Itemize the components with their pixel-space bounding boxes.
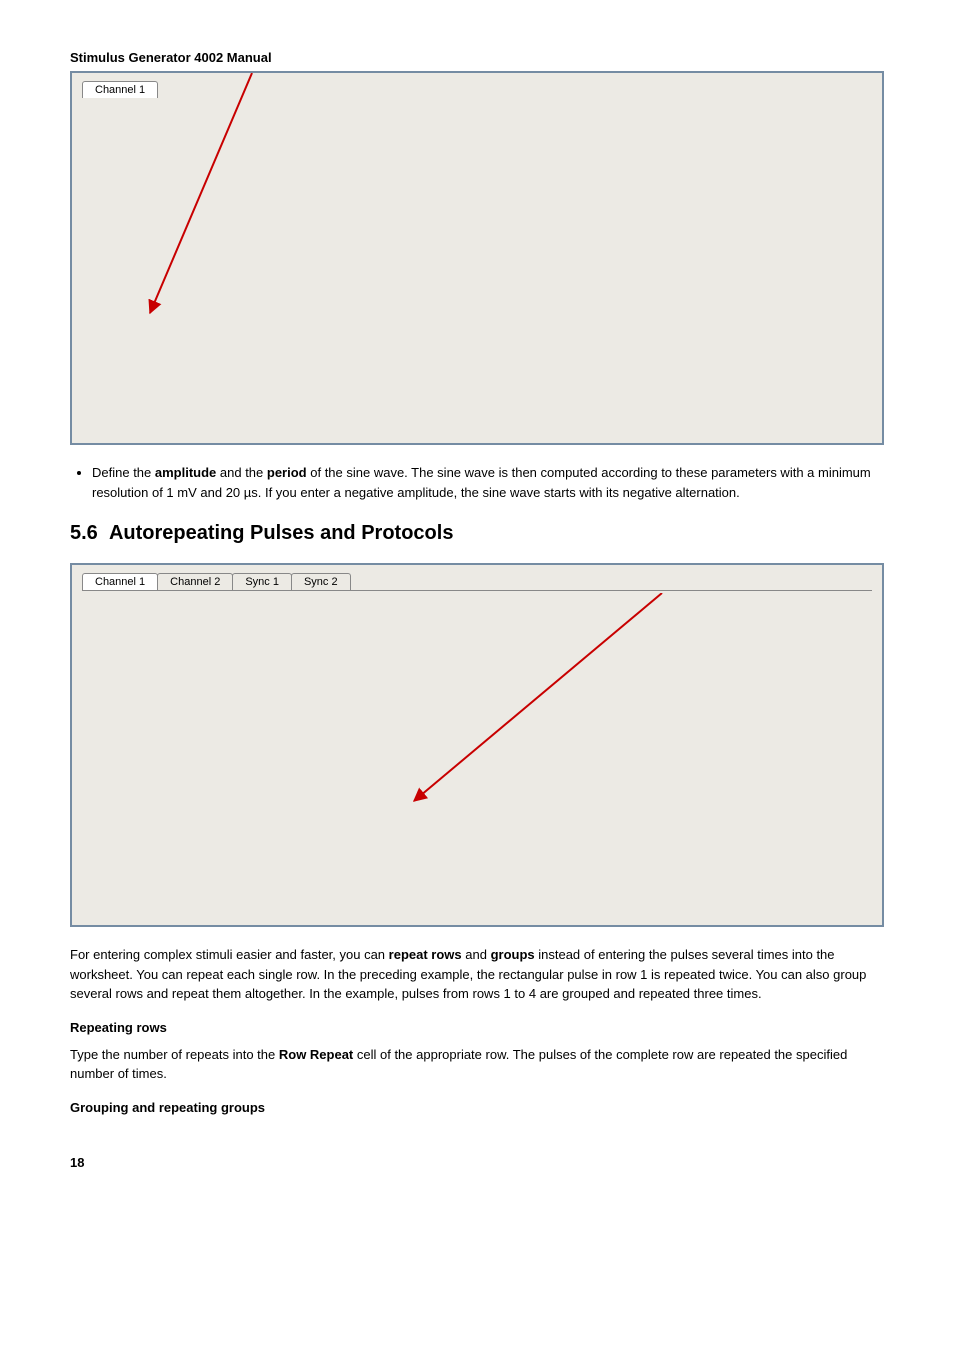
svg-text:t (hh:mm:ss:zzz): t (hh:mm:ss:zzz) [452,417,525,428]
svg-text:00:00:00:000: 00:00:00:000 [112,405,171,416]
table-row[interactable]: 2ramp0µA200µA100ms [83,626,662,641]
tab-sync-1[interactable]: Sync 1 [232,81,292,98]
svg-text:100: 100 [122,757,139,768]
column-header: time [492,596,522,611]
svg-text:200: 200 [122,230,139,241]
page-number: 18 [70,1155,884,1170]
autorepeat-chart: 200 100 0 -100 -200 µA 00:00:00:000 00:0… [82,715,872,915]
tab-bar-2: Channel 1 Channel 2 Sync 1 Sync 2 [82,573,872,590]
group-repeat-circle-icon [788,611,804,625]
column-header: Unit [333,104,357,119]
table-row[interactable]: 3rectangular0µA40msµAµsµAµs [83,641,662,656]
document-title: Stimulus Generator 4002 Manual [70,50,884,65]
repeating-rows-heading: Repeating rows [70,1020,884,1035]
svg-text:00:00:00:000: 00:00:00:000 [112,885,171,896]
column-header: time [223,596,253,611]
svg-text:-100: -100 [120,346,140,357]
column-header: Group r [616,104,662,119]
svg-text:00:00:01:200: 00:00:01:200 [767,885,826,896]
svg-text:0: 0 [130,794,136,805]
column-header: time [492,104,522,119]
svg-text:00:00:00:200: 00:00:00:200 [217,885,276,896]
table-row[interactable]: 5rectangularµAµsµAµsµAµs [83,179,662,194]
tab-sync-1[interactable]: Sync 1 [232,573,292,590]
svg-text:00:00:00:600: 00:00:00:600 [437,885,496,896]
tab-channel-1[interactable]: Channel 1 [82,573,158,590]
svg-text:00:00:00:400: 00:00:00:400 [327,885,386,896]
svg-text:00:00:00:800: 00:00:00:800 [547,885,606,896]
column-header: Unit [333,596,357,611]
tab-sync-2[interactable]: Sync 2 [291,81,351,98]
svg-text:00:00:00:040: 00:00:00:040 [452,405,511,416]
column-header: value [435,596,467,611]
section-5-6-heading: 5.6 Autorepeating Pulses and Protocols [70,522,884,545]
column-header: value [301,596,333,611]
svg-text:00:00:00:020: 00:00:00:020 [282,405,341,416]
table-row[interactable]: 6rectangularµAµsµAµsµAµs [83,686,662,701]
svg-text:-100: -100 [120,829,140,840]
column-header: Unit [253,596,301,611]
column-header: Row rep [570,596,616,611]
tab-bar: Channel 1 Channel 2 Sync 1 Sync 2 [82,81,872,98]
column-header: Unit [387,596,435,611]
svg-text:µA: µA [88,303,99,316]
svg-text:0: 0 [130,308,136,319]
column-header: Row rep [570,104,616,119]
channel-panel-1: Channel 1 Channel 2 Sync 1 Sync 2 Pulsev… [70,71,884,445]
pulse-grid-1[interactable]: PulsevalueUnittimeUnitvalueUnittimeUnitv… [82,103,662,209]
table-row[interactable]: 5rectangularµAµsµAµsµAµs [83,671,662,686]
svg-text:100: 100 [122,268,139,279]
sine-chart: 200 100 0 -100 -200 µA 00:00:00:000 00:0… [82,223,872,433]
column-header: Unit [253,104,301,119]
table-row[interactable]: 4rectangularµAµsµAµsµAµs [83,164,662,179]
svg-text:µA: µA [88,789,99,802]
table-row[interactable]: 3rectangularµAµsµAµsµAµs [83,149,662,164]
table-row[interactable]: 1sine200µA80ms1 [83,119,662,134]
column-header: Group r [616,596,662,611]
table-row[interactable]: 4sine200µA80ms [83,656,662,671]
column-header: value [435,104,467,119]
autorepeat-description: For entering complex stimuli easier and … [70,945,884,1004]
column-header: Unit [199,104,223,119]
svg-text:-200: -200 [120,384,140,395]
column-header: Unit [522,104,570,119]
column-header: Unit [467,596,491,611]
table-row[interactable]: 1rectangular200µA20ms-200µA20ms0µA80ms23 [83,611,662,626]
svg-text:00:00:00:080: 00:00:00:080 [792,405,851,416]
column-header: Unit [387,104,435,119]
column-header: time [357,596,387,611]
svg-text:-200: -200 [120,865,140,876]
column-header: time [357,104,387,119]
column-header: Pulse [97,596,167,611]
section-title: Autorepeating Pulses and Protocols [109,522,454,544]
sine-description: Define the amplitude and the period of t… [92,463,884,502]
column-header: Unit [199,596,223,611]
channel-panel-2: Channel 1 Channel 2 Sync 1 Sync 2 Pulsev… [70,563,884,927]
column-header: value [167,104,199,119]
column-header: value [301,104,333,119]
column-header: Unit [467,104,491,119]
section-number: 5.6 [70,522,98,544]
grouping-heading: Grouping and repeating groups [70,1100,884,1115]
table-row[interactable]: 6rectangularµAµsµAµsµAµs [83,194,662,209]
column-header: value [167,596,199,611]
column-header: Pulse [97,104,167,119]
repeating-rows-description: Type the number of repeats into the Row … [70,1045,884,1084]
sine-bullet: Define the amplitude and the period of t… [70,463,884,502]
tab-sync-2[interactable]: Sync 2 [291,573,351,590]
tab-channel-2[interactable]: Channel 2 [157,573,233,590]
svg-text:200: 200 [122,722,139,733]
pulse-grid-2[interactable]: PulsevalueUnittimeUnitvalueUnittimeUnitv… [82,595,662,701]
tab-channel-1[interactable]: Channel 1 [82,81,158,98]
column-header: time [223,104,253,119]
svg-text:00:00:00:060: 00:00:00:060 [622,405,681,416]
column-header: Unit [522,596,570,611]
tab-channel-2[interactable]: Channel 2 [157,81,233,98]
svg-text:t (hh:mm:ss:zzz): t (hh:mm:ss:zzz) [437,899,510,910]
table-row[interactable]: 2rectangularµAµsµAµsµAµs [83,134,662,149]
svg-text:00:00:01:000: 00:00:01:000 [657,885,716,896]
